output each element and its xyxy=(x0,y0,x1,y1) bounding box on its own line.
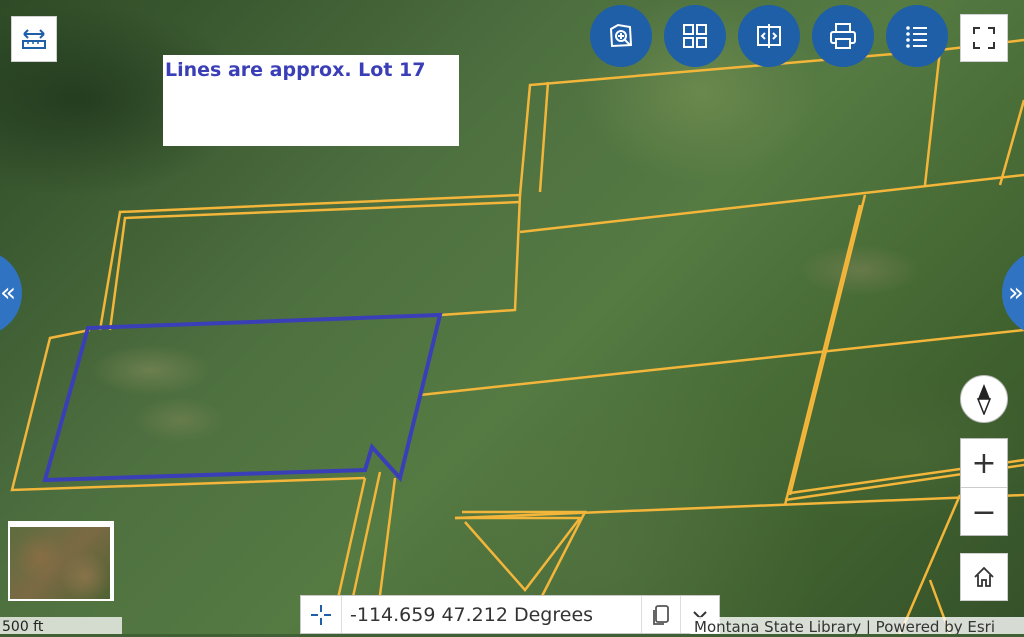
compass-icon xyxy=(976,384,992,415)
grid-icon xyxy=(683,24,707,48)
fullscreen-icon xyxy=(973,27,995,49)
zoom-to-area-button[interactable] xyxy=(590,5,652,67)
home-icon xyxy=(974,566,994,587)
parcel-line xyxy=(898,494,962,634)
search-map-icon xyxy=(609,23,633,48)
parcel-line xyxy=(108,200,521,331)
overview-map-image xyxy=(10,527,110,599)
parcel-line xyxy=(519,173,1024,234)
legend-button[interactable] xyxy=(886,5,948,67)
overview-map[interactable] xyxy=(8,521,114,601)
zoom-out-button[interactable]: − xyxy=(961,488,1007,536)
scale-label: 500 ft xyxy=(2,619,44,635)
print-button[interactable] xyxy=(812,5,874,67)
parcel-line xyxy=(455,516,583,592)
scale-bar: 500 ft xyxy=(0,617,122,635)
crosshair-button[interactable] xyxy=(301,596,342,633)
compass-button[interactable] xyxy=(960,375,1008,423)
parcel-line xyxy=(518,48,942,196)
annotation-text: Lines are approx. Lot 17 xyxy=(165,59,426,81)
annotation-box: Lines are approx. Lot 17 xyxy=(163,55,459,146)
fullscreen-button[interactable] xyxy=(960,14,1008,62)
zoom-in-button[interactable]: + xyxy=(961,439,1007,487)
chevron-left-icon: « xyxy=(0,278,16,308)
copy-icon xyxy=(653,604,669,625)
print-icon xyxy=(830,23,856,49)
basemap-gallery-button[interactable] xyxy=(664,5,726,67)
home-button[interactable] xyxy=(960,553,1008,601)
chevron-right-icon: » xyxy=(1008,278,1024,308)
copy-coordinates-button[interactable] xyxy=(641,596,680,633)
measure-icon xyxy=(22,29,46,49)
parcel-lines xyxy=(10,38,1024,634)
map-view[interactable]: Lines are approx. Lot 17 « » + − 500 ft … xyxy=(0,0,1024,635)
parcel-line xyxy=(538,81,550,193)
parcel-line xyxy=(788,194,867,496)
swipe-icon xyxy=(757,24,781,48)
lot-17-outline xyxy=(42,312,443,483)
coordinate-widget: -114.659 47.212 Degrees xyxy=(300,595,720,634)
parcel-line xyxy=(454,493,1024,520)
zoom-controls: + − xyxy=(960,438,1008,536)
parcel-line xyxy=(998,99,1024,186)
swipe-button[interactable] xyxy=(738,5,800,67)
parcel-line xyxy=(419,328,1024,397)
map-attribution: Montana State Library | Powered by Esri xyxy=(690,617,1024,634)
coordinate-readout: -114.659 47.212 Degrees xyxy=(350,603,594,626)
list-icon xyxy=(906,26,927,48)
measure-button[interactable] xyxy=(11,16,57,62)
crosshair-icon xyxy=(311,604,331,625)
